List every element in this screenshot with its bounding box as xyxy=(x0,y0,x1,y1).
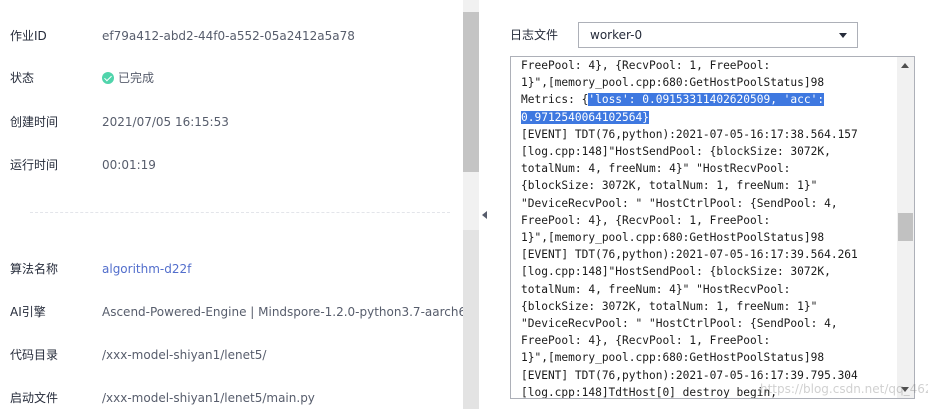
section-divider xyxy=(30,212,450,213)
scroll-up-arrow-icon[interactable] xyxy=(901,63,909,68)
log-line: [EVENT] TDT(76,python):2021-07-05-16:17:… xyxy=(521,368,858,382)
log-line: FreePool: 4}, {RecvPool: 1, FreePool: xyxy=(521,334,771,348)
log-line: [EVENT] TDT(76,python):2021-07-05-16:17:… xyxy=(521,127,858,141)
chevron-down-icon xyxy=(839,33,847,38)
log-line: [EVENT] TDT(76,python):2021-07-05-16:17:… xyxy=(521,248,858,262)
log-line: totalNum: 4, freeNum: 4}" "HostRecvPool: xyxy=(521,162,791,176)
left-scroll-thumb[interactable] xyxy=(463,12,479,172)
log-line: [log.cpp:148]TdtHost[0] destroy begin, xyxy=(521,385,777,399)
code-dir-value: /xxx-model-shiyan1/lenet5/ xyxy=(102,348,267,362)
engine-label: AI引擎 xyxy=(10,305,46,319)
status-label: 状态 xyxy=(10,71,35,85)
boot-file-value: /xxx-model-shiyan1/lenet5/main.py xyxy=(102,391,315,405)
metrics-highlight: 0.9712540064102564} xyxy=(521,110,649,124)
run-time-label: 运行时间 xyxy=(10,158,59,172)
log-line: totalNum: 4, freeNum: 4}" "HostRecvPool: xyxy=(521,282,791,296)
algorithm-link[interactable]: algorithm-d22f xyxy=(102,260,191,278)
metrics-prefix: Metrics: { xyxy=(521,93,589,107)
log-line: 1}",[memory_pool.cpp:680:GetHostPoolStat… xyxy=(521,231,825,245)
job-id-value: ef79a412-abd2-44f0-a552-05a2412a5a78 xyxy=(102,29,355,43)
job-detail-panel: 作业ID ef79a412-abd2-44f0-a552-05a2412a5a7… xyxy=(0,0,474,409)
collapse-panel-button[interactable] xyxy=(480,205,490,225)
log-line: 1}",[memory_pool.cpp:680:GetHostPoolStat… xyxy=(521,351,825,365)
log-line: 1}",[memory_pool.cpp:680:GetHostPoolStat… xyxy=(521,76,825,90)
log-line: FreePool: 4}, {RecvPool: 1, FreePool: xyxy=(521,213,771,227)
log-line: "DeviceRecvPool: " "HostCtrlPool: {SendP… xyxy=(521,317,838,331)
algorithm-label: 算法名称 xyxy=(10,262,59,276)
code-dir-label: 代码目录 xyxy=(10,348,59,362)
left-scroll-track-lower xyxy=(463,230,479,409)
status-value: 已完成 xyxy=(118,71,155,85)
left-panel-scrollbar[interactable] xyxy=(463,0,479,409)
log-file-label: 日志文件 xyxy=(510,28,559,42)
created-time-value: 2021/07/05 16:15:53 xyxy=(102,115,229,129)
log-scroll-thumb[interactable] xyxy=(898,213,913,241)
log-file-selected: worker-0 xyxy=(590,28,643,42)
log-line: {blockSize: 3072K, totalNum: 1, freeNum:… xyxy=(521,179,818,193)
created-time-label: 创建时间 xyxy=(10,115,59,129)
log-line: {blockSize: 3072K, totalNum: 1, freeNum:… xyxy=(521,299,818,313)
chevron-left-icon xyxy=(482,211,487,219)
log-line: "DeviceRecvPool: " "HostCtrlPool: {SendP… xyxy=(521,196,838,210)
log-viewer[interactable]: FreePool: 4}, {RecvPool: 1, FreePool: 1}… xyxy=(510,56,915,399)
log-line: FreePool: 4}, {RecvPool: 1, FreePool: xyxy=(521,59,771,72)
log-file-select[interactable]: worker-0 xyxy=(578,22,858,48)
log-scrollbar[interactable] xyxy=(897,57,914,398)
check-circle-icon xyxy=(102,72,114,84)
log-line: [log.cpp:148]"HostSendPool: {blockSize: … xyxy=(521,145,831,159)
run-time-value: 00:01:19 xyxy=(102,158,156,172)
job-id-label: 作业ID xyxy=(10,29,47,43)
log-line: [log.cpp:148]"HostSendPool: {blockSize: … xyxy=(521,265,831,279)
log-content[interactable]: FreePool: 4}, {RecvPool: 1, FreePool: 1}… xyxy=(521,57,895,399)
watermark: https://blog.csdn.net/qq_46256069 xyxy=(760,382,928,396)
status-badge: 已完成 xyxy=(102,69,154,87)
engine-value: Ascend-Powered-Engine | Mindspore-1.2.0-… xyxy=(102,305,474,319)
boot-file-label: 启动文件 xyxy=(10,391,59,405)
metrics-highlight: 'loss': 0.09153311402620509, 'acc': xyxy=(588,93,825,107)
log-panel: 日志文件 worker-0 FreePool: 4}, {RecvPool: 1… xyxy=(490,0,928,409)
